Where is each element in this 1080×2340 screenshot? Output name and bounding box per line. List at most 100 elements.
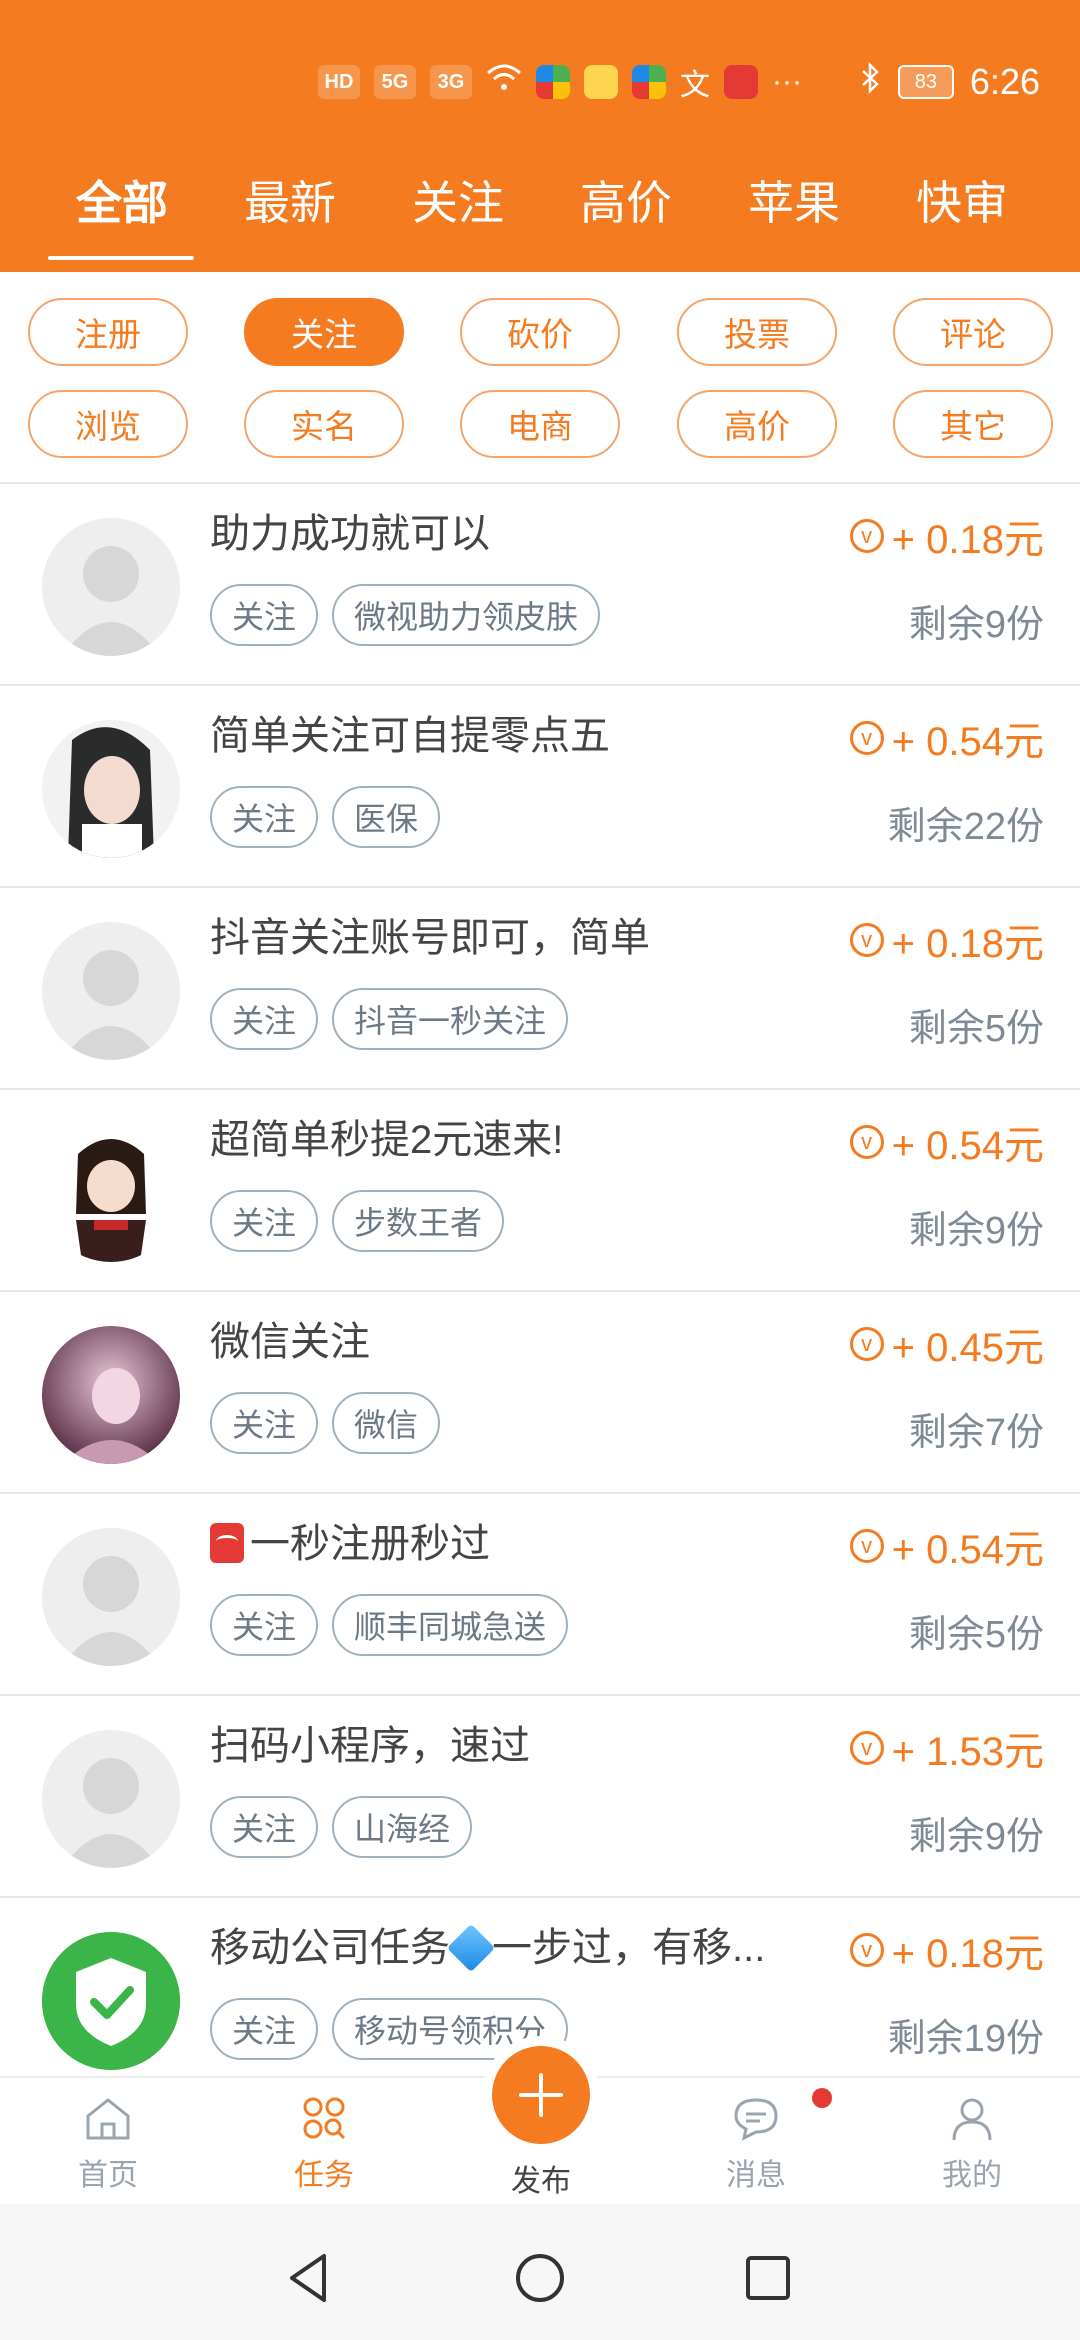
reward-amount: + 0.54元: [891, 1124, 1044, 1168]
hd-icon: HD: [318, 65, 360, 99]
task-remaining: 剩余7份: [908, 1411, 1044, 1454]
avatar: [42, 1124, 180, 1262]
filter-vote[interactable]: 投票: [677, 298, 837, 366]
back-icon[interactable]: [280, 2248, 340, 2308]
app-notification-icon-2: [632, 65, 666, 99]
task-title: 扫码小程序，速过: [210, 1724, 530, 1768]
coin-icon: v: [849, 1327, 884, 1361]
task-item[interactable]: 扫码小程序，速过 关注 山海经 v + 1.53元 剩余9份: [0, 1696, 1080, 1898]
task-item[interactable]: 超简单秒提2元速来! 关注 步数王者 v + 0.54元 剩余9份: [0, 1090, 1080, 1292]
task-remaining: 剩余22份: [887, 805, 1044, 848]
task-reward: v + 0.18元: [849, 910, 1044, 970]
task-reward: v + 0.54元: [849, 1112, 1044, 1172]
active-tab-indicator: [48, 256, 194, 260]
app-notification-icon: [536, 65, 570, 99]
task-tags: 关注 顺丰同城急送: [210, 1594, 569, 1656]
tab-latest[interactable]: 最新: [206, 160, 374, 240]
task-item[interactable]: 助力成功就可以 关注 微视助力领皮肤 v + 0.18元 剩余9份: [0, 484, 1080, 686]
task-title: 助力成功就可以: [210, 512, 490, 556]
task-remaining: 剩余9份: [908, 1209, 1044, 1252]
task-remaining: 剩余19份: [887, 2017, 1044, 2060]
tag: 关注: [210, 786, 319, 848]
task-reward: v + 0.54元: [849, 1516, 1044, 1576]
tag: 关注: [210, 1190, 319, 1252]
red-app-icon: [724, 65, 758, 99]
tag: 抖音一秒关注: [332, 988, 569, 1050]
chat-bubble-icon: [734, 2098, 778, 2141]
nav-home[interactable]: 首页: [0, 2078, 216, 2206]
filter-real-name[interactable]: 实名: [244, 390, 404, 458]
coin-icon: v: [849, 519, 884, 553]
task-remaining: 剩余9份: [908, 1815, 1044, 1858]
task-title-text: 移动公司任务: [210, 1926, 450, 1970]
tab-all[interactable]: 全部: [38, 160, 206, 240]
filter-other[interactable]: 其它: [893, 390, 1053, 458]
task-title: 抖音关注账号即可，简单: [210, 916, 650, 960]
coin-icon: v: [849, 1933, 884, 1967]
nav-me-label: 我的: [942, 2159, 1002, 2192]
wifi-icon: [486, 63, 522, 101]
avatar: [42, 1528, 180, 1666]
nav-tasks[interactable]: 任务: [216, 2078, 432, 2206]
shield-check-icon: [42, 1932, 180, 2070]
task-title: 移动公司任务 一步过，有移...: [210, 1918, 810, 1978]
nav-me[interactable]: 我的: [864, 2078, 1080, 2206]
filter-ecommerce[interactable]: 电商: [460, 390, 620, 458]
task-tags: 关注 步数王者: [210, 1190, 505, 1252]
task-tags: 关注 医保: [210, 786, 441, 848]
task-item[interactable]: 一秒注册秒过 关注 顺丰同城急送 v + 0.54元 剩余5份: [0, 1494, 1080, 1696]
home-circle-icon[interactable]: [510, 2248, 570, 2308]
filter-bargain[interactable]: 砍价: [460, 298, 620, 366]
avatar: [42, 518, 180, 656]
tab-follow[interactable]: 关注: [374, 160, 542, 240]
task-title-text: 一秒注册秒过: [250, 1522, 490, 1566]
task-remaining: 剩余5份: [908, 1613, 1044, 1656]
coin-icon: v: [849, 1529, 884, 1563]
recent-apps-icon[interactable]: [738, 2248, 798, 2308]
home-icon: [86, 2098, 130, 2140]
task-title-text: 一步过，有移...: [492, 1926, 766, 1970]
avatar: [42, 1932, 180, 2070]
filter-follow[interactable]: 关注: [244, 298, 404, 366]
task-item[interactable]: 抖音关注账号即可，简单 关注 抖音一秒关注 v + 0.18元 剩余5份: [0, 888, 1080, 1090]
tag: 关注: [210, 584, 319, 646]
signal-5g-icon: 5G: [374, 65, 416, 99]
reward-amount: + 0.54元: [891, 1528, 1044, 1572]
task-reward: v + 0.45元: [849, 1314, 1044, 1374]
status-time: 6:26: [969, 61, 1040, 102]
filter-comment[interactable]: 评论: [893, 298, 1053, 366]
reward-amount: + 0.54元: [891, 720, 1044, 764]
task-item[interactable]: 微信关注 关注 微信 v + 0.45元 剩余7份: [0, 1292, 1080, 1494]
filter-browse[interactable]: 浏览: [28, 390, 188, 458]
filter-high-price[interactable]: 高价: [677, 390, 837, 458]
publish-button[interactable]: [492, 2046, 590, 2144]
tag: 关注: [210, 1998, 319, 2060]
task-reward: v + 0.18元: [849, 1920, 1044, 1980]
tab-high-price[interactable]: 高价: [542, 160, 710, 240]
publish-label[interactable]: 发布: [492, 2156, 590, 2200]
tasks-icon: [303, 2097, 346, 2140]
reward-amount: + 1.53元: [891, 1730, 1044, 1774]
coin-icon: v: [849, 923, 884, 957]
tag: 关注: [210, 988, 319, 1050]
task-list: 助力成功就可以 关注 微视助力领皮肤 v + 0.18元 剩余9份 简单关注可自…: [0, 484, 1080, 2076]
task-item[interactable]: 简单关注可自提零点五 关注 医保 v + 0.54元 剩余22份: [0, 686, 1080, 888]
avatar: [42, 1730, 180, 1868]
category-tabs: 全部 最新 关注 高价 苹果 快审: [0, 160, 1080, 260]
task-tags: 关注 微视助力领皮肤: [210, 584, 601, 646]
filter-register[interactable]: 注册: [28, 298, 188, 366]
task-title: 简单关注可自提零点五: [210, 714, 610, 758]
task-reward: v + 0.18元: [849, 506, 1044, 566]
reward-amount: + 0.18元: [891, 1932, 1044, 1976]
tab-fast-review[interactable]: 快审: [878, 160, 1046, 240]
coin-icon: v: [849, 1125, 884, 1159]
tab-apple[interactable]: 苹果: [710, 160, 878, 240]
tag: 医保: [332, 786, 441, 848]
tag: 微信: [332, 1392, 441, 1454]
status-bar: HD 5G 3G 文 ··· 83 6:26: [0, 52, 1080, 112]
status-icons-left: HD 5G 3G 文 ···: [318, 52, 802, 112]
signal-3g-icon: 3G: [430, 65, 472, 99]
bluetooth-icon: [860, 61, 882, 103]
tag: 顺丰同城急送: [332, 1594, 569, 1656]
red-envelope-icon: [210, 1523, 244, 1563]
